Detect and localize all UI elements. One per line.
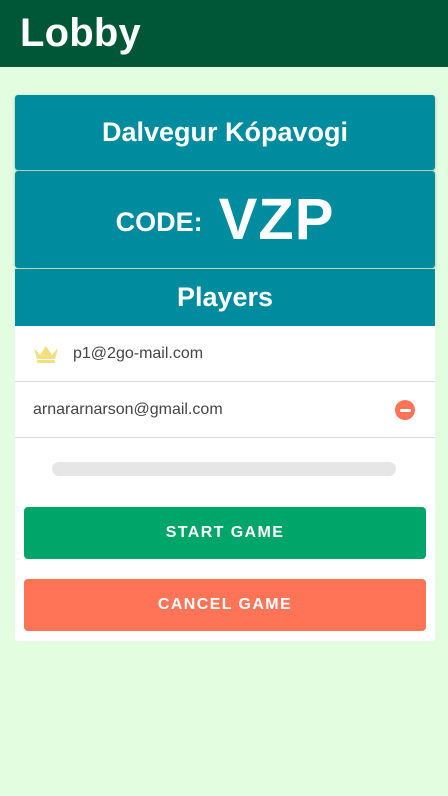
start-game-button[interactable]: START GAME — [24, 507, 426, 559]
player-row: p1@2go-mail.com — [15, 326, 435, 382]
players-heading: Players — [15, 269, 435, 326]
code-label: CODE: — [115, 207, 203, 237]
lobby-name: Dalvegur Kópavogi — [101, 117, 349, 147]
top-bar: Lobby — [0, 0, 448, 67]
code-value: VZP — [218, 187, 335, 252]
crown-icon — [33, 344, 59, 364]
lobby-name-card: Dalvegur Kópavogi — [15, 95, 435, 170]
page-title: Lobby — [20, 11, 141, 55]
cancel-game-button[interactable]: CANCEL GAME — [24, 579, 426, 631]
remove-icon[interactable] — [395, 400, 415, 420]
lobby-code-card: CODE: VZP — [15, 171, 435, 268]
players-panel: Players p1@2go-mail.com arnararnarson@gm… — [15, 269, 435, 641]
player-email: p1@2go-mail.com — [73, 344, 204, 362]
loading-bar — [52, 462, 396, 476]
player-row: arnararnarson@gmail.com — [15, 382, 435, 438]
player-email: arnararnarson@gmail.com — [33, 400, 223, 418]
